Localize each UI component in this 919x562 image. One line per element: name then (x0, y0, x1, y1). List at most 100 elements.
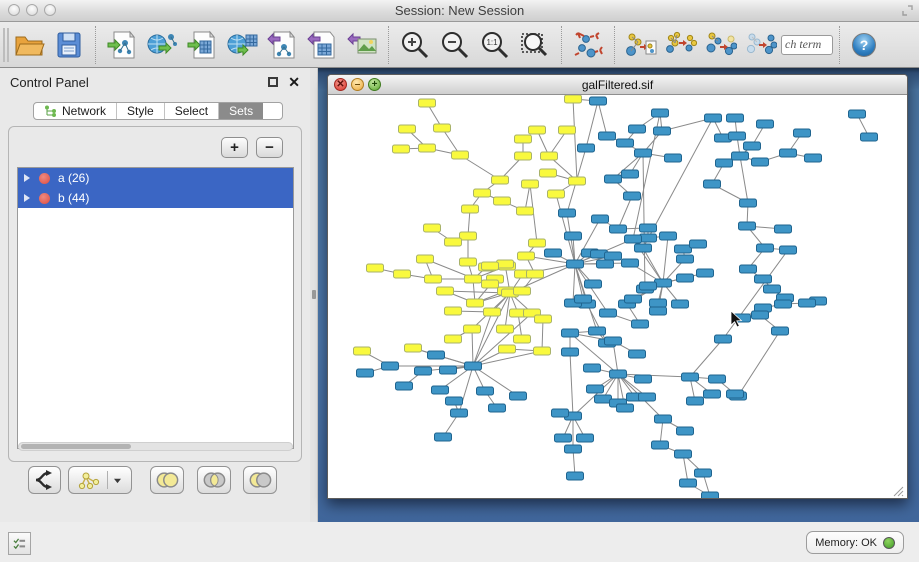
graph-node[interactable] (622, 170, 639, 178)
graph-node[interactable] (492, 176, 509, 184)
search-input[interactable] (781, 35, 833, 55)
graph-node[interactable] (740, 199, 757, 207)
graph-node[interactable] (515, 135, 532, 143)
task-history-button[interactable] (8, 532, 31, 555)
graph-node[interactable] (559, 126, 576, 134)
graph-node[interactable] (755, 275, 772, 283)
graph-node[interactable] (629, 125, 646, 133)
graph-node[interactable] (460, 258, 477, 266)
graph-node[interactable] (451, 409, 468, 417)
graph-node[interactable] (704, 390, 721, 398)
graph-node[interactable] (635, 149, 652, 157)
graph-node[interactable] (552, 409, 569, 417)
graph-node[interactable] (617, 404, 634, 412)
sets-horizontal-scrollbar[interactable] (18, 442, 293, 451)
graph-node[interactable] (605, 337, 622, 345)
graph-node[interactable] (687, 397, 704, 405)
graph-node[interactable] (354, 347, 371, 355)
graph-node[interactable] (462, 205, 479, 213)
graph-node[interactable] (682, 373, 699, 381)
graph-node[interactable] (625, 235, 642, 243)
graph-node[interactable] (565, 95, 582, 103)
show-all-button[interactable] (741, 25, 781, 65)
graph-node[interactable] (740, 265, 757, 273)
difference-sets-button[interactable] (243, 466, 277, 494)
graph-node[interactable] (632, 320, 649, 328)
graph-node[interactable] (417, 255, 434, 263)
intersect-sets-button[interactable] (197, 466, 231, 494)
graph-node[interactable] (499, 345, 516, 353)
graph-node[interactable] (617, 139, 634, 147)
graph-node[interactable] (497, 260, 514, 268)
graph-node[interactable] (567, 260, 584, 268)
graph-node[interactable] (861, 133, 878, 141)
graph-node[interactable] (640, 234, 657, 242)
export-network-button[interactable] (262, 25, 302, 65)
minimize-window-button[interactable] (26, 4, 38, 16)
window-resize-grip-icon[interactable] (894, 487, 903, 496)
export-image-button[interactable] (342, 25, 382, 65)
maximize-window-button[interactable] (44, 4, 56, 16)
graph-node[interactable] (727, 114, 744, 122)
graph-node[interactable] (650, 307, 667, 315)
graph-node[interactable] (610, 370, 627, 378)
graph-node[interactable] (652, 441, 669, 449)
graph-node[interactable] (569, 177, 586, 185)
float-panel-icon[interactable] (268, 77, 278, 87)
set-list-item[interactable]: a (26) (18, 168, 293, 188)
graph-node[interactable] (635, 375, 652, 383)
graph-node[interactable] (435, 433, 452, 441)
graph-node[interactable] (704, 180, 721, 188)
graph-node[interactable] (522, 180, 539, 188)
graph-node[interactable] (709, 375, 726, 383)
graph-node[interactable] (655, 415, 672, 423)
graph-node[interactable] (640, 282, 657, 290)
graph-node[interactable] (680, 479, 697, 487)
graph-node[interactable] (527, 270, 544, 278)
import-table-file-button[interactable] (182, 25, 222, 65)
graph-node[interactable] (794, 129, 811, 137)
graph-node[interactable] (399, 125, 416, 133)
remove-set-button[interactable]: − (256, 137, 283, 158)
open-session-button[interactable] (9, 25, 49, 65)
graph-node[interactable] (715, 335, 732, 343)
graph-node[interactable] (772, 327, 789, 335)
graph-node[interactable] (425, 275, 442, 283)
graph-node[interactable] (393, 145, 410, 153)
union-sets-button[interactable] (150, 466, 184, 494)
graph-node[interactable] (445, 307, 462, 315)
divider-grip-icon[interactable] (312, 290, 316, 299)
graph-node[interactable] (534, 347, 551, 355)
graph-node[interactable] (592, 215, 609, 223)
graph-node[interactable] (445, 335, 462, 343)
network-close-button[interactable]: ✕ (334, 78, 347, 91)
graph-node[interactable] (665, 154, 682, 162)
graph-node[interactable] (629, 350, 646, 358)
memory-status-button[interactable]: Memory: OK (806, 531, 904, 554)
graph-node[interactable] (780, 149, 797, 157)
graph-node[interactable] (805, 154, 822, 162)
graph-node[interactable] (545, 249, 562, 257)
graph-node[interactable] (540, 169, 557, 177)
graph-node[interactable] (484, 308, 501, 316)
tab-sets[interactable]: Sets (219, 103, 263, 119)
graph-node[interactable] (605, 175, 622, 183)
graph-node[interactable] (597, 260, 614, 268)
graph-node[interactable] (529, 239, 546, 247)
graph-node[interactable] (595, 395, 612, 403)
graph-node[interactable] (562, 348, 579, 356)
graph-node[interactable] (590, 97, 607, 105)
new-network-from-selection-button[interactable] (621, 25, 661, 65)
zoom-in-button[interactable] (395, 25, 435, 65)
graph-node[interactable] (585, 280, 602, 288)
graph-node[interactable] (382, 362, 399, 370)
graph-node[interactable] (518, 252, 535, 260)
graph-node[interactable] (489, 404, 506, 412)
graph-node[interactable] (432, 386, 449, 394)
graph-node[interactable] (739, 222, 756, 230)
network-minimize-button[interactable]: – (351, 78, 364, 91)
tab-network[interactable]: Network (34, 103, 117, 119)
graph-node[interactable] (600, 309, 617, 317)
graph-node[interactable] (465, 362, 482, 370)
graph-node[interactable] (446, 397, 463, 405)
